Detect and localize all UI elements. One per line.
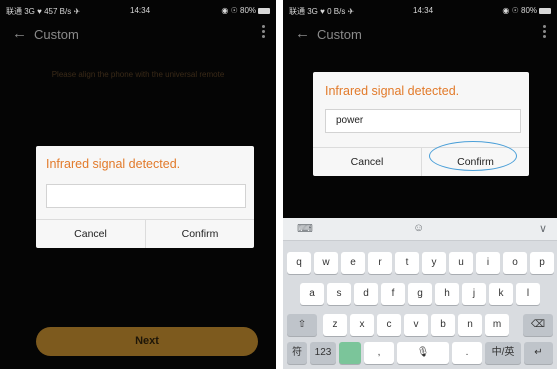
ir-dialog: Infrared signal detected. power Cancel C… — [313, 72, 529, 176]
soft-keyboard: ⌨ ☺ ∨ qwertyuiop asdfghjkl ⇧ ⌫ zxcvbnm 符… — [283, 218, 557, 369]
key-v[interactable]: v — [404, 314, 428, 336]
key-e[interactable]: e — [341, 252, 365, 274]
backspace-key[interactable]: ⌫ — [523, 314, 553, 336]
cancel-button[interactable]: Cancel — [36, 220, 145, 248]
key-l[interactable]: l — [516, 283, 540, 305]
instruction-text: Please align the phone with the universa… — [51, 70, 225, 79]
name-input[interactable]: power — [325, 109, 521, 133]
cancel-button[interactable]: Cancel — [313, 148, 421, 176]
emoji-icon[interactable]: ☺ — [413, 222, 424, 234]
keyboard-icon[interactable]: ⌨ — [297, 222, 313, 235]
key-u[interactable]: u — [449, 252, 473, 274]
app-bar: ← Custom — [0, 22, 276, 48]
next-button[interactable]: Next — [36, 327, 258, 356]
key-a[interactable]: a — [300, 283, 324, 305]
key-s[interactable]: s — [327, 283, 351, 305]
input-method-key[interactable] — [339, 342, 361, 364]
key-q[interactable]: q — [287, 252, 311, 274]
key-c[interactable]: c — [377, 314, 401, 336]
key-k[interactable]: k — [489, 283, 513, 305]
name-input[interactable] — [46, 184, 246, 208]
key-x[interactable]: x — [350, 314, 374, 336]
status-bar: 联通 3G ♥ 457 B/s ✈ 14:34 ◉ ☉ 80% — [0, 0, 276, 20]
key-d[interactable]: d — [354, 283, 378, 305]
key-m[interactable]: m — [485, 314, 509, 336]
key-i[interactable]: i — [476, 252, 500, 274]
language-key[interactable]: 中/英 — [485, 342, 521, 364]
right-screen: 联通 3G ♥ 0 B/s ✈ 14:34 ◉ ☉ 80% ← Custom I… — [283, 0, 557, 369]
status-carrier: 联通 3G ♥ 457 B/s ✈ — [6, 7, 81, 16]
dialog-title: Infrared signal detected. — [325, 84, 460, 98]
key-h[interactable]: h — [435, 283, 459, 305]
comma-key[interactable]: , — [364, 342, 394, 364]
key-z[interactable]: z — [323, 314, 347, 336]
key-p[interactable]: p — [530, 252, 554, 274]
back-arrow-icon[interactable]: ← — [12, 25, 27, 42]
status-carrier: 联通 3G ♥ 0 B/s ✈ — [289, 7, 355, 16]
status-battery: ◉ ☉ 80% — [502, 6, 551, 15]
numbers-key[interactable]: 123 — [310, 342, 336, 364]
confirm-button[interactable]: Confirm — [146, 220, 254, 248]
status-time: 14:34 — [130, 6, 151, 15]
app-bar: ← Custom — [283, 22, 557, 48]
shift-key[interactable]: ⇧ — [287, 314, 317, 336]
left-screen: 联通 3G ♥ 457 B/s ✈ 14:34 ◉ ☉ 80% ← Custom… — [0, 0, 276, 369]
dialog-actions: Cancel Confirm — [36, 219, 254, 248]
confirm-highlight-circle — [429, 141, 517, 171]
microphone-icon: 🎙 — [416, 347, 430, 358]
ir-dialog: Infrared signal detected. Cancel Confirm — [36, 146, 254, 248]
dialog-title: Infrared signal detected. — [46, 157, 181, 171]
key-t[interactable]: t — [395, 252, 419, 274]
battery-text: ◉ ☉ 80% — [221, 6, 256, 15]
battery-icon — [539, 8, 551, 14]
key-f[interactable]: f — [381, 283, 405, 305]
status-bar: 联通 3G ♥ 0 B/s ✈ 14:34 ◉ ☉ 80% — [283, 0, 557, 20]
key-r[interactable]: r — [368, 252, 392, 274]
space-key[interactable]: 🎙 — [397, 342, 449, 364]
key-o[interactable]: o — [503, 252, 527, 274]
battery-icon — [258, 8, 270, 14]
key-w[interactable]: w — [314, 252, 338, 274]
key-b[interactable]: b — [431, 314, 455, 336]
key-y[interactable]: y — [422, 252, 446, 274]
period-key[interactable]: . — [452, 342, 482, 364]
back-arrow-icon[interactable]: ← — [295, 25, 310, 42]
more-menu-icon[interactable] — [262, 25, 266, 40]
status-battery: ◉ ☉ 80% — [221, 6, 270, 15]
more-menu-icon[interactable] — [543, 25, 547, 40]
collapse-icon[interactable]: ∨ — [539, 222, 547, 235]
page-title: Custom — [34, 27, 79, 42]
symbols-key[interactable]: 符 — [287, 342, 307, 364]
key-j[interactable]: j — [462, 283, 486, 305]
page-title: Custom — [317, 27, 362, 42]
enter-key[interactable]: ↵ — [524, 342, 553, 364]
key-n[interactable]: n — [458, 314, 482, 336]
keyboard-toolbar: ⌨ ☺ ∨ — [283, 218, 557, 241]
battery-text: ◉ ☉ 80% — [502, 6, 537, 15]
status-time: 14:34 — [413, 6, 434, 15]
key-g[interactable]: g — [408, 283, 432, 305]
